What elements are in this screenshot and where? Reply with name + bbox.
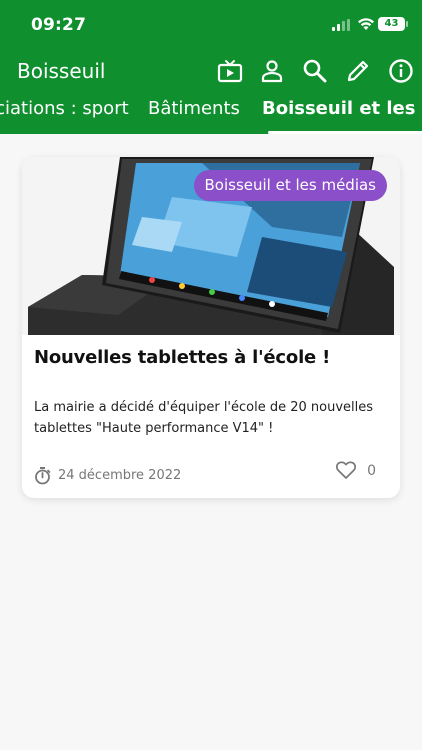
app-screen: 09:27 43 Boisseuil ciations: sport Bâti… [0,0,422,750]
status-bar: 09:27 43 [0,0,422,46]
likes-count: 0 [367,463,376,479]
tv-icon[interactable] [217,58,243,84]
cellular-signal-icon [332,19,350,31]
info-icon[interactable] [388,58,414,84]
header: 09:27 43 Boisseuil ciations: sport Bâti… [0,0,422,134]
category-tabs: Associations : sport Bâtiments Boisseuil… [0,96,422,134]
app-bar-actions [0,58,422,84]
status-time: 09:27 [31,15,87,35]
tab-boisseuil-medias[interactable]: Boisseuil et les médias [262,98,422,119]
wifi-icon [358,18,374,30]
article-description: La mairie a décidé d'équiper l'école de … [34,400,374,436]
battery-tip [406,21,408,27]
heart-icon[interactable] [336,461,356,479]
stopwatch-icon [35,467,51,485]
category-badge: Boisseuil et les médias [193,170,387,201]
active-tab-indicator [268,131,422,134]
person-icon[interactable] [259,58,285,84]
battery-indicator: 43 [378,17,405,31]
article-date: 24 décembre 2022 [58,468,182,483]
edit-icon[interactable] [345,58,371,84]
tab-batiments[interactable]: Bâtiments [148,98,240,119]
article-card[interactable]: Boisseuil et les médias Nouvelles tablet… [22,157,400,498]
tab-associations-sport[interactable]: Associations : sport [0,98,129,119]
search-icon[interactable] [302,58,328,84]
article-title: Nouvelles tablettes à l'école ! [34,347,331,368]
